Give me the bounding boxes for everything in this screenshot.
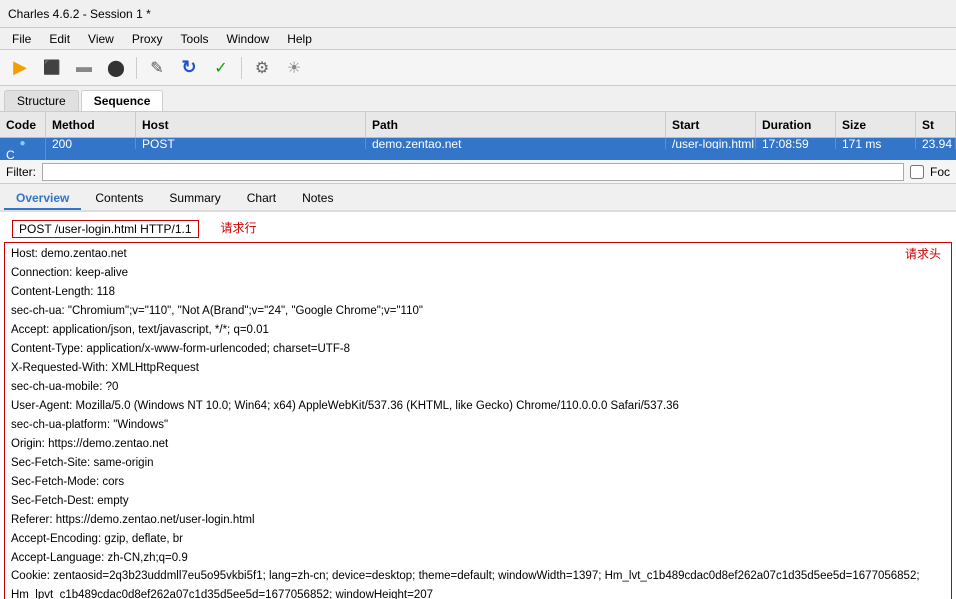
row-code: 200 [46,138,136,149]
col-code: Code [0,112,46,137]
col-host: Host [136,112,366,137]
header-sec-fetch-mode: Sec-Fetch-Mode: cors [11,473,945,492]
row-duration: 171 ms [836,138,916,149]
tab-chart[interactable]: Chart [235,188,288,210]
header-host: Host: demo.zentao.net [11,245,945,264]
col-status: St [916,112,956,137]
col-method: Method [46,112,136,137]
header-content-length: Content-Length: 118 [11,283,945,302]
col-start: Start [666,112,756,137]
menu-view[interactable]: View [80,30,122,48]
sub-tab-row: Overview Contents Summary Chart Notes [0,184,956,212]
row-dot: ● [0,138,46,149]
col-path: Path [366,112,666,137]
title-bar: Charles 4.6.2 - Session 1 * [0,0,956,28]
refresh-button[interactable]: ↻ [175,54,203,82]
header-origin: Origin: https://demo.zentao.net [11,435,945,454]
main-content: POST /user-login.html HTTP/1.1 请求行 请求头 H… [0,212,956,599]
toolbar: ▶ ⬛ ▬ ⬤ ✎ ↻ ✓ ⚙ ☀ [0,50,956,86]
filter-row: Filter: Foc [0,160,956,184]
headers-block: 请求头 Host: demo.zentao.net Connection: ke… [4,242,952,599]
row-host: demo.zentao.net [366,138,666,149]
table-row[interactable]: ● 200 POST demo.zentao.net /user-login.h… [0,138,956,160]
stop-button[interactable]: ⬛ [38,54,66,82]
header-accept-language: Accept-Language: zh-CN,zh;q=0.9 [11,549,945,568]
table-header: Code Method Host Path Start Duration Siz… [0,112,956,138]
menu-bar: File Edit View Proxy Tools Window Help [0,28,956,50]
headers-annotation: 请求头 [905,245,941,265]
row-size: 23.94 KB [916,138,956,149]
filter-input[interactable] [42,163,904,181]
header-user-agent: User-Agent: Mozilla/5.0 (Windows NT 10.0… [11,397,945,416]
tab-notes[interactable]: Notes [290,188,345,210]
extra-button[interactable]: ☀ [280,54,308,82]
header-accept-encoding: Accept-Encoding: gzip, deflate, br [11,530,945,549]
header-content-type: Content-Type: application/x-www-form-url… [11,340,945,359]
menu-edit[interactable]: Edit [41,30,78,48]
toolbar-separator-2 [241,57,242,79]
menu-help[interactable]: Help [279,30,320,48]
clear-button[interactable]: ⬤ [102,54,130,82]
header-accept: Accept: application/json, text/javascrip… [11,321,945,340]
header-sec-ch-ua-platform: sec-ch-ua-platform: "Windows" [11,416,945,435]
tab-summary[interactable]: Summary [157,188,232,210]
menu-window[interactable]: Window [219,30,278,48]
start-button[interactable]: ▶ [6,54,34,82]
header-x-requested-with: X-Requested-With: XMLHttpRequest [11,359,945,378]
col-size: Size [836,112,916,137]
row-status: C [0,149,46,160]
header-connection: Connection: keep-alive [11,264,945,283]
row-path: /user-login.html [666,138,756,149]
session-button[interactable]: ▬ [70,54,98,82]
menu-tools[interactable]: Tools [173,30,217,48]
row-method: POST [136,138,366,149]
col-duration: Duration [756,112,836,137]
menu-proxy[interactable]: Proxy [124,30,171,48]
toolbar-separator-1 [136,57,137,79]
request-line: POST /user-login.html HTTP/1.1 [12,220,199,238]
row-start: 17:08:59 [756,138,836,149]
request-first-line: POST /user-login.html HTTP/1.1 请求行 [0,212,956,240]
tab-sequence[interactable]: Sequence [81,90,164,111]
focus-checkbox[interactable] [910,165,924,179]
focus-label: Foc [930,165,950,179]
tab-structure[interactable]: Structure [4,90,79,111]
header-sec-ch-ua: sec-ch-ua: "Chromium";v="110", "Not A(Br… [11,302,945,321]
req-line-annotation: 请求行 [221,219,257,236]
tab-overview[interactable]: Overview [4,188,81,210]
app-title: Charles 4.6.2 - Session 1 * [8,7,151,21]
settings-button[interactable]: ⚙ [248,54,276,82]
header-sec-fetch-dest: Sec-Fetch-Dest: empty [11,492,945,511]
check-button[interactable]: ✓ [207,54,235,82]
header-sec-ch-ua-mobile: sec-ch-ua-mobile: ?0 [11,378,945,397]
tab-contents[interactable]: Contents [83,188,155,210]
header-referer: Referer: https://demo.zentao.net/user-lo… [11,511,945,530]
header-cookie-2: Hm_lpvt_c1b489cdac0d8ef262a07c1d35d5ee5d… [11,586,945,599]
filter-label: Filter: [6,165,36,179]
menu-file[interactable]: File [4,30,39,48]
header-sec-fetch-site: Sec-Fetch-Site: same-origin [11,454,945,473]
throttle-button[interactable]: ✎ [143,54,171,82]
top-tab-row: Structure Sequence [0,86,956,112]
